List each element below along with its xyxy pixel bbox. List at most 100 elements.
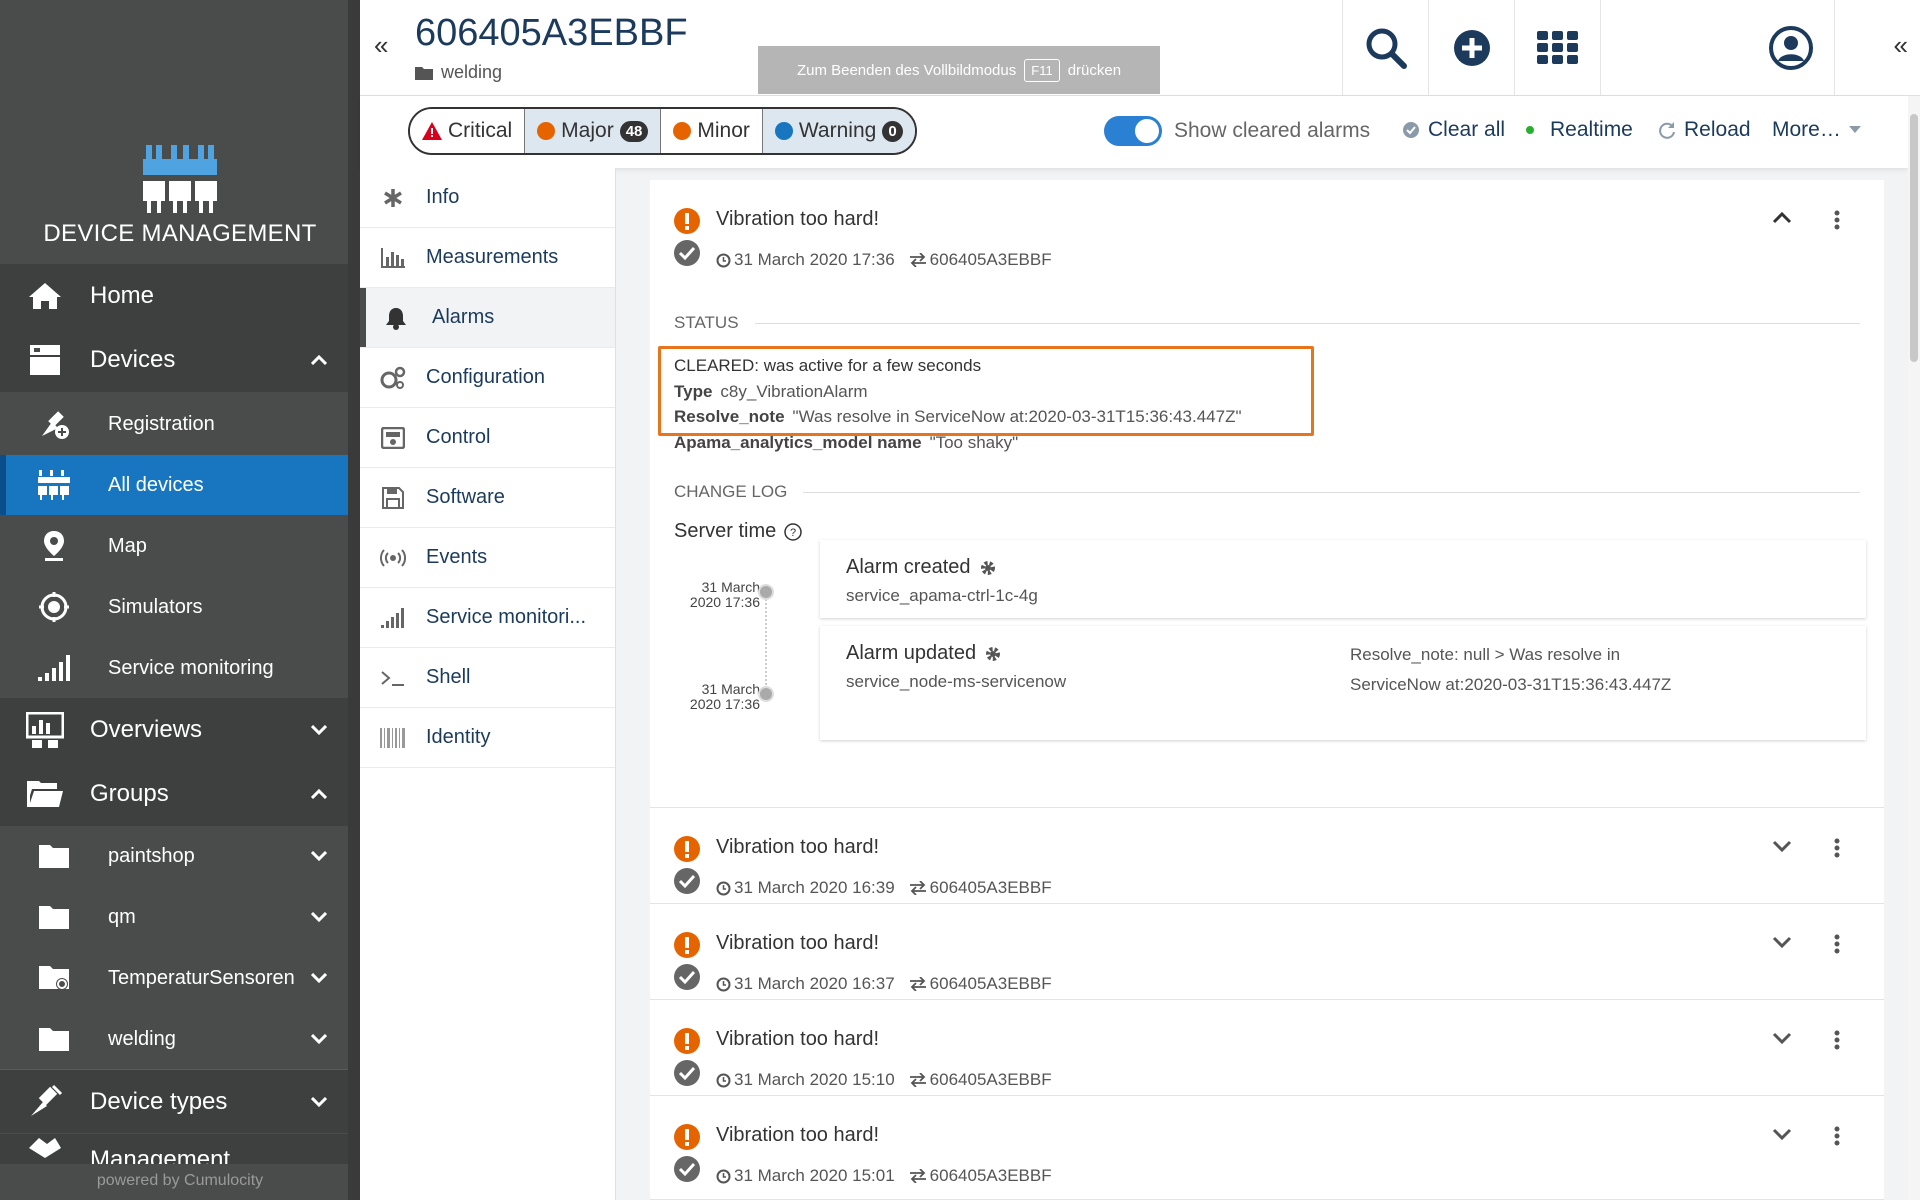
- alarm-item-expanded[interactable]: Vibration too hard! 31 March 2020 17:36 …: [650, 180, 1884, 808]
- nav-simulators[interactable]: Simulators: [0, 577, 348, 637]
- kebab-menu-icon[interactable]: [1834, 934, 1840, 954]
- log-date: 31 March 2020 17:36: [668, 580, 760, 610]
- alarm-header[interactable]: Vibration too hard! 31 March 2020 15:01 …: [650, 1096, 1884, 1192]
- more-dropdown[interactable]: More…: [1772, 118, 1861, 142]
- tab-shell[interactable]: Shell: [360, 648, 615, 708]
- tab-measurements[interactable]: Measurements: [360, 228, 615, 288]
- reload-button[interactable]: Reload: [1658, 118, 1751, 142]
- chevron-down-icon[interactable]: [1772, 936, 1792, 948]
- search-button[interactable]: [1342, 0, 1428, 95]
- help-icon[interactable]: ?: [784, 522, 802, 541]
- realtime-button[interactable]: Realtime: [1526, 118, 1633, 142]
- show-cleared-toggle[interactable]: [1104, 116, 1162, 146]
- chevron-down-icon[interactable]: [304, 1096, 334, 1107]
- alarm-meta: 31 March 2020 15:10 606405A3EBBF: [716, 1070, 1052, 1090]
- alarm-source[interactable]: 606405A3EBBF: [909, 1070, 1052, 1090]
- major-alert-icon: [674, 1124, 700, 1150]
- alarm-source[interactable]: 606405A3EBBF: [909, 1166, 1052, 1186]
- alarm-source[interactable]: 606405A3EBBF: [909, 974, 1052, 994]
- kebab-menu-icon[interactable]: [1834, 1126, 1840, 1146]
- breadcrumb-folder: welding: [441, 62, 503, 82]
- chevron-down-icon[interactable]: [304, 973, 334, 983]
- kebab-menu-icon[interactable]: [1834, 210, 1840, 230]
- page-header: « 606405A3EBBF welding Zum Beenden des V…: [360, 0, 1920, 96]
- alarm-header[interactable]: Vibration too hard! 31 March 2020 17:36 …: [650, 180, 1884, 276]
- alarm-item[interactable]: Vibration too hard! 31 March 2020 15:10 …: [650, 1000, 1884, 1096]
- nav-home[interactable]: Home: [0, 264, 348, 328]
- filter-minor-button[interactable]: Minor: [661, 109, 763, 153]
- nav-scrollbar[interactable]: [348, 0, 360, 1200]
- nav-device-types[interactable]: Device types: [0, 1069, 348, 1133]
- alarm-header[interactable]: Vibration too hard! 31 March 2020 16:39 …: [650, 808, 1884, 904]
- nav-group-qm[interactable]: qm: [0, 887, 348, 947]
- gears-icon: [360, 366, 426, 390]
- log-entry-title-text: Alarm created: [846, 556, 971, 578]
- tab-label: Measurements: [426, 246, 559, 268]
- chevron-down-icon[interactable]: [1772, 1032, 1792, 1044]
- breadcrumb[interactable]: welding: [415, 62, 502, 83]
- tab-identity[interactable]: Identity: [360, 708, 615, 768]
- clear-all-button[interactable]: Clear all: [1402, 118, 1505, 142]
- tab-control[interactable]: Control: [360, 408, 615, 468]
- filter-warning-button[interactable]: Warning 0: [762, 109, 915, 153]
- page-scrollbar[interactable]: [1908, 96, 1920, 1200]
- tab-events[interactable]: Events: [360, 528, 615, 588]
- exchange-icon: [909, 1073, 926, 1087]
- tab-info[interactable]: Info: [360, 168, 615, 228]
- collapse-nav-icon[interactable]: «: [374, 30, 388, 61]
- chevron-down-icon[interactable]: [304, 912, 334, 922]
- nav-groups[interactable]: Groups: [0, 762, 348, 826]
- alarm-item[interactable]: Vibration too hard! 31 March 2020 16:37 …: [650, 904, 1884, 1000]
- nav-registration[interactable]: Registration: [0, 394, 348, 454]
- resolve-note-row: Resolve_note "Was resolve in ServiceNow a…: [674, 407, 1242, 427]
- alarm-item[interactable]: Vibration too hard! 31 March 2020 15:01 …: [650, 1096, 1884, 1200]
- broadcast-icon: [360, 548, 426, 568]
- folder-gear-icon: [0, 964, 108, 992]
- nav-group-temperatursensoren[interactable]: TemperaturSensoren: [0, 948, 348, 1008]
- user-button[interactable]: [1748, 0, 1834, 95]
- app-switcher-button[interactable]: [1514, 0, 1600, 95]
- chevron-down-icon[interactable]: [1772, 840, 1792, 852]
- nav-service-monitoring[interactable]: Service monitoring: [0, 638, 348, 698]
- chevron-down-icon[interactable]: [304, 725, 334, 735]
- nav-group-welding[interactable]: welding: [0, 1009, 348, 1069]
- add-button[interactable]: [1428, 0, 1514, 95]
- chevron-up-icon[interactable]: [1772, 212, 1792, 224]
- nav-group-paintshop[interactable]: paintshop: [0, 826, 348, 886]
- tab-service-monitoring[interactable]: Service monitori...: [360, 588, 615, 648]
- chevron-down-icon[interactable]: [304, 851, 334, 861]
- major-alert-icon: [674, 836, 700, 862]
- tab-configuration[interactable]: Configuration: [360, 348, 615, 408]
- tab-software[interactable]: Software: [360, 468, 615, 528]
- alarm-item[interactable]: Vibration too hard! 31 March 2020 16:39 …: [650, 808, 1884, 904]
- alarm-source[interactable]: 606405A3EBBF: [909, 250, 1052, 270]
- alarm-source[interactable]: 606405A3EBBF: [909, 878, 1052, 898]
- tab-label: Service monitori...: [426, 606, 587, 628]
- alarm-header[interactable]: Vibration too hard! 31 March 2020 15:10 …: [650, 1000, 1884, 1096]
- tab-alarms[interactable]: Alarms: [360, 288, 615, 348]
- nav-group-label: qm: [108, 905, 136, 928]
- nav-overviews[interactable]: Overviews: [0, 698, 348, 762]
- chevron-up-icon[interactable]: [304, 789, 334, 799]
- chevron-up-icon[interactable]: [304, 355, 334, 365]
- alarm-list: Vibration too hard! 31 March 2020 17:36 …: [616, 168, 1908, 1200]
- kebab-menu-icon[interactable]: [1834, 1030, 1840, 1050]
- alarm-time-text: 31 March 2020 17:36: [734, 250, 895, 269]
- filter-major-button[interactable]: Major 48: [525, 109, 662, 153]
- chevron-down-icon[interactable]: [1772, 1128, 1792, 1140]
- nav-devices[interactable]: Devices: [0, 328, 348, 392]
- nav-map[interactable]: Map: [0, 516, 348, 576]
- alarm-header[interactable]: Vibration too hard! 31 March 2020 16:37 …: [650, 904, 1884, 1000]
- collapse-right-panel-icon[interactable]: «: [1894, 30, 1908, 61]
- cleared-check-icon: [674, 1060, 700, 1086]
- filter-minor-label: Minor: [697, 119, 750, 142]
- check-circle-icon: [1403, 122, 1419, 138]
- chevron-down-icon[interactable]: [304, 1034, 334, 1044]
- nav-all-devices[interactable]: All devices: [0, 455, 348, 515]
- nav-management[interactable]: Management: [0, 1134, 348, 1164]
- scrollbar-thumb[interactable]: [1910, 114, 1918, 362]
- gear-icon: [980, 560, 995, 575]
- nav-all-devices-label: All devices: [108, 473, 204, 496]
- kebab-menu-icon[interactable]: [1834, 838, 1840, 858]
- filter-critical-button[interactable]: Critical: [410, 109, 526, 153]
